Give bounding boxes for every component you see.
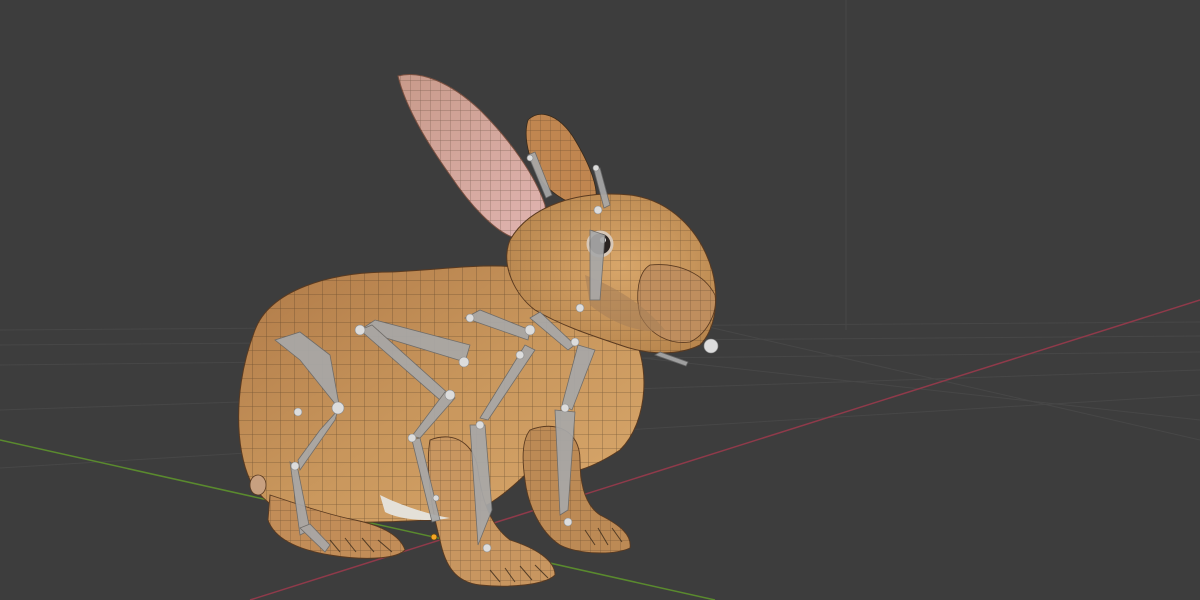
bone-jaw[interactable] — [654, 351, 689, 367]
object-origin[interactable] — [430, 533, 438, 541]
rabbit-tail — [249, 474, 267, 496]
3d-viewport[interactable] — [0, 0, 1200, 600]
